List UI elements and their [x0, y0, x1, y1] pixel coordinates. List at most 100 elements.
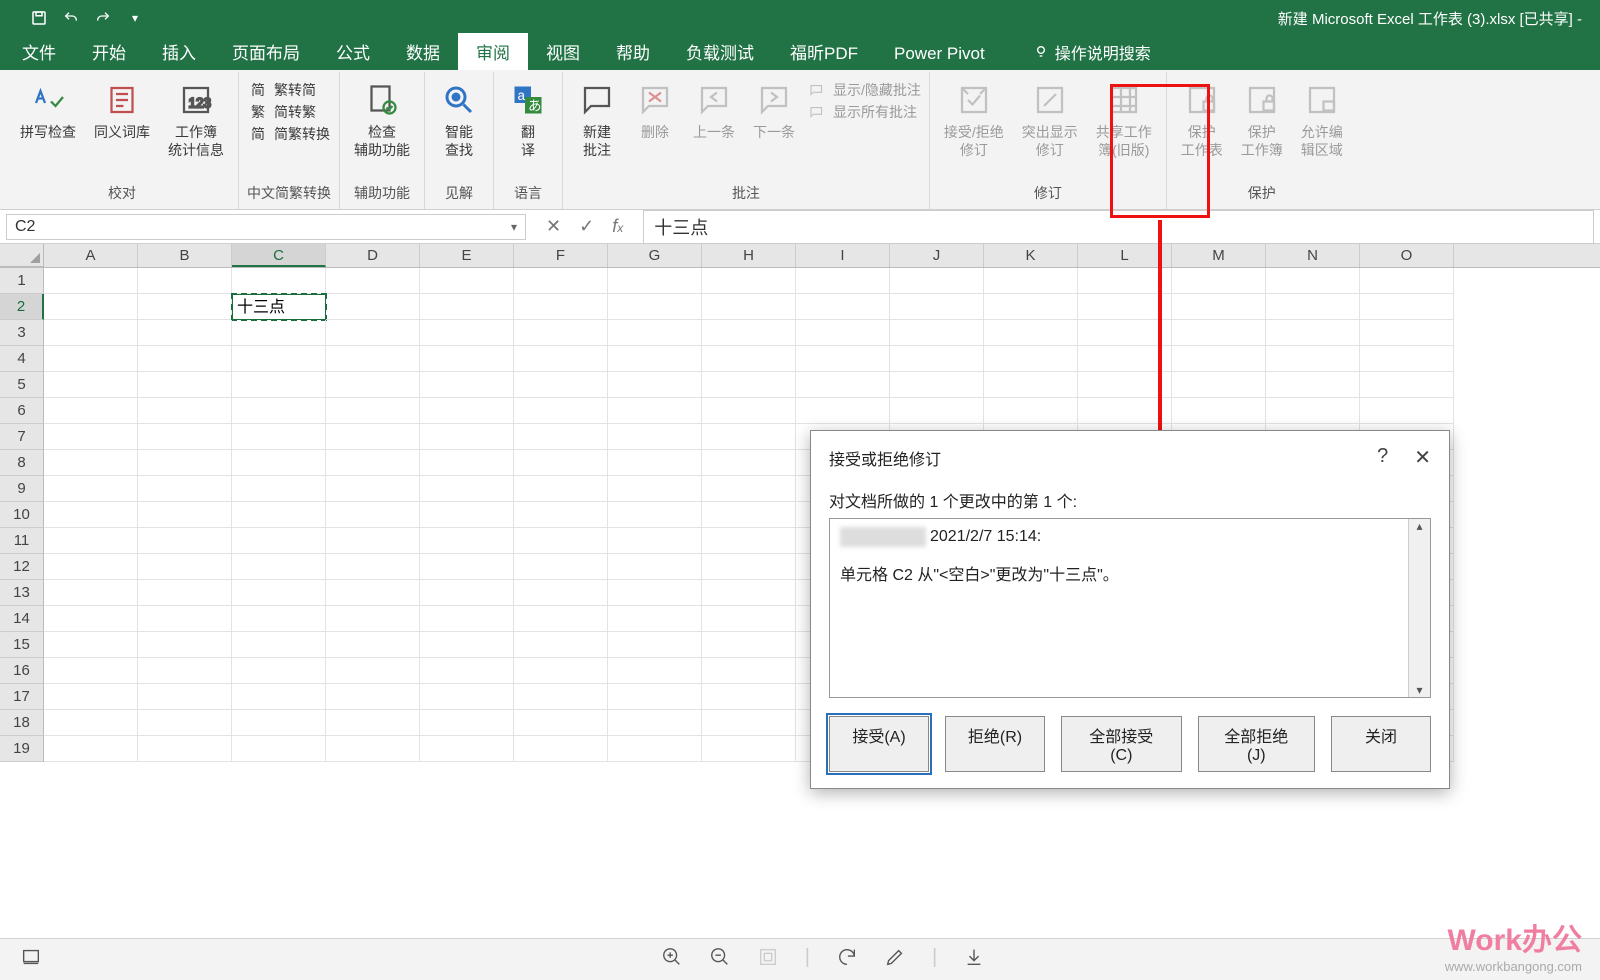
cell[interactable]	[514, 710, 608, 736]
cell[interactable]	[326, 736, 420, 762]
column-header[interactable]: H	[702, 244, 796, 267]
cell[interactable]	[608, 632, 702, 658]
cell[interactable]	[326, 346, 420, 372]
column-header[interactable]: C	[232, 244, 326, 267]
cell[interactable]	[232, 346, 326, 372]
row-header[interactable]: 9	[0, 476, 44, 502]
cell[interactable]	[138, 450, 232, 476]
cell[interactable]	[1360, 320, 1454, 346]
row-header[interactable]: 16	[0, 658, 44, 684]
cell[interactable]	[232, 528, 326, 554]
cell[interactable]	[326, 554, 420, 580]
tab-home[interactable]: 开始	[74, 33, 144, 70]
dialog-scrollbar[interactable]: ▴▾	[1408, 519, 1430, 697]
row-header[interactable]: 4	[0, 346, 44, 372]
cell[interactable]	[1172, 372, 1266, 398]
cell[interactable]	[796, 320, 890, 346]
cell[interactable]	[514, 372, 608, 398]
cell[interactable]	[326, 372, 420, 398]
cell[interactable]	[420, 606, 514, 632]
cell[interactable]	[984, 398, 1078, 424]
cell[interactable]	[984, 294, 1078, 320]
cell[interactable]	[44, 424, 138, 450]
cell[interactable]	[608, 580, 702, 606]
reject-button[interactable]: 拒绝(R)	[945, 716, 1045, 772]
row-header[interactable]: 5	[0, 372, 44, 398]
cell[interactable]	[232, 554, 326, 580]
cell[interactable]	[702, 528, 796, 554]
cell[interactable]	[232, 320, 326, 346]
cell[interactable]	[796, 372, 890, 398]
cell[interactable]	[138, 710, 232, 736]
cell[interactable]	[514, 346, 608, 372]
column-header[interactable]: I	[796, 244, 890, 267]
cell[interactable]	[608, 346, 702, 372]
cell[interactable]	[1172, 346, 1266, 372]
share-workbook-button[interactable]: 共享工作 簿(旧版)	[1090, 76, 1158, 163]
cell[interactable]	[608, 554, 702, 580]
cell[interactable]	[232, 684, 326, 710]
save-icon[interactable]	[30, 9, 48, 27]
name-box-dropdown-icon[interactable]: ▾	[511, 220, 517, 234]
cell[interactable]	[420, 502, 514, 528]
cell[interactable]	[702, 346, 796, 372]
cell[interactable]	[138, 372, 232, 398]
cell[interactable]	[1078, 398, 1172, 424]
cell[interactable]	[232, 450, 326, 476]
row-header[interactable]: 15	[0, 632, 44, 658]
row-header[interactable]: 10	[0, 502, 44, 528]
tab-powerpivot[interactable]: Power Pivot	[876, 38, 1003, 70]
smart-lookup-button[interactable]: 智能 查找	[433, 76, 485, 163]
cell[interactable]	[326, 320, 420, 346]
cell[interactable]	[608, 502, 702, 528]
tab-loadtest[interactable]: 负载测试	[668, 33, 772, 70]
cell[interactable]	[232, 710, 326, 736]
cell[interactable]: 十三点	[232, 294, 326, 320]
cell[interactable]	[608, 320, 702, 346]
cell[interactable]	[1266, 372, 1360, 398]
cell[interactable]	[1266, 320, 1360, 346]
close-button[interactable]: 关闭	[1331, 716, 1431, 772]
cell[interactable]	[420, 268, 514, 294]
cell[interactable]	[514, 294, 608, 320]
cell[interactable]	[702, 372, 796, 398]
fit-icon[interactable]	[757, 946, 779, 974]
cell[interactable]	[420, 580, 514, 606]
cell[interactable]	[702, 476, 796, 502]
row-header[interactable]: 17	[0, 684, 44, 710]
cell[interactable]	[796, 398, 890, 424]
cell[interactable]	[514, 658, 608, 684]
cell[interactable]	[1360, 346, 1454, 372]
column-header[interactable]: D	[326, 244, 420, 267]
cell[interactable]	[44, 710, 138, 736]
column-header[interactable]: A	[44, 244, 138, 267]
select-all-corner[interactable]	[0, 244, 44, 267]
protect-sheet-button[interactable]: 保护 工作表	[1175, 76, 1229, 163]
cell[interactable]	[608, 658, 702, 684]
cell[interactable]	[1172, 398, 1266, 424]
zoom-out-icon[interactable]	[709, 946, 731, 974]
cell[interactable]	[44, 632, 138, 658]
tab-data[interactable]: 数据	[388, 33, 458, 70]
cell[interactable]	[796, 346, 890, 372]
cell[interactable]	[702, 606, 796, 632]
column-header[interactable]: O	[1360, 244, 1454, 267]
cell[interactable]	[326, 424, 420, 450]
cell[interactable]	[608, 476, 702, 502]
cell[interactable]	[138, 294, 232, 320]
cell[interactable]	[514, 606, 608, 632]
cell[interactable]	[608, 398, 702, 424]
column-header[interactable]: M	[1172, 244, 1266, 267]
cell[interactable]	[420, 424, 514, 450]
cell[interactable]	[138, 580, 232, 606]
cell[interactable]	[326, 294, 420, 320]
accept-all-button[interactable]: 全部接受(C)	[1061, 716, 1182, 772]
row-header[interactable]: 7	[0, 424, 44, 450]
cell[interactable]	[702, 398, 796, 424]
reject-all-button[interactable]: 全部拒绝(J)	[1198, 716, 1315, 772]
cell[interactable]	[702, 450, 796, 476]
cell[interactable]	[420, 554, 514, 580]
formula-input[interactable]: 十三点	[643, 210, 1594, 244]
cell[interactable]	[44, 450, 138, 476]
cell[interactable]	[702, 320, 796, 346]
